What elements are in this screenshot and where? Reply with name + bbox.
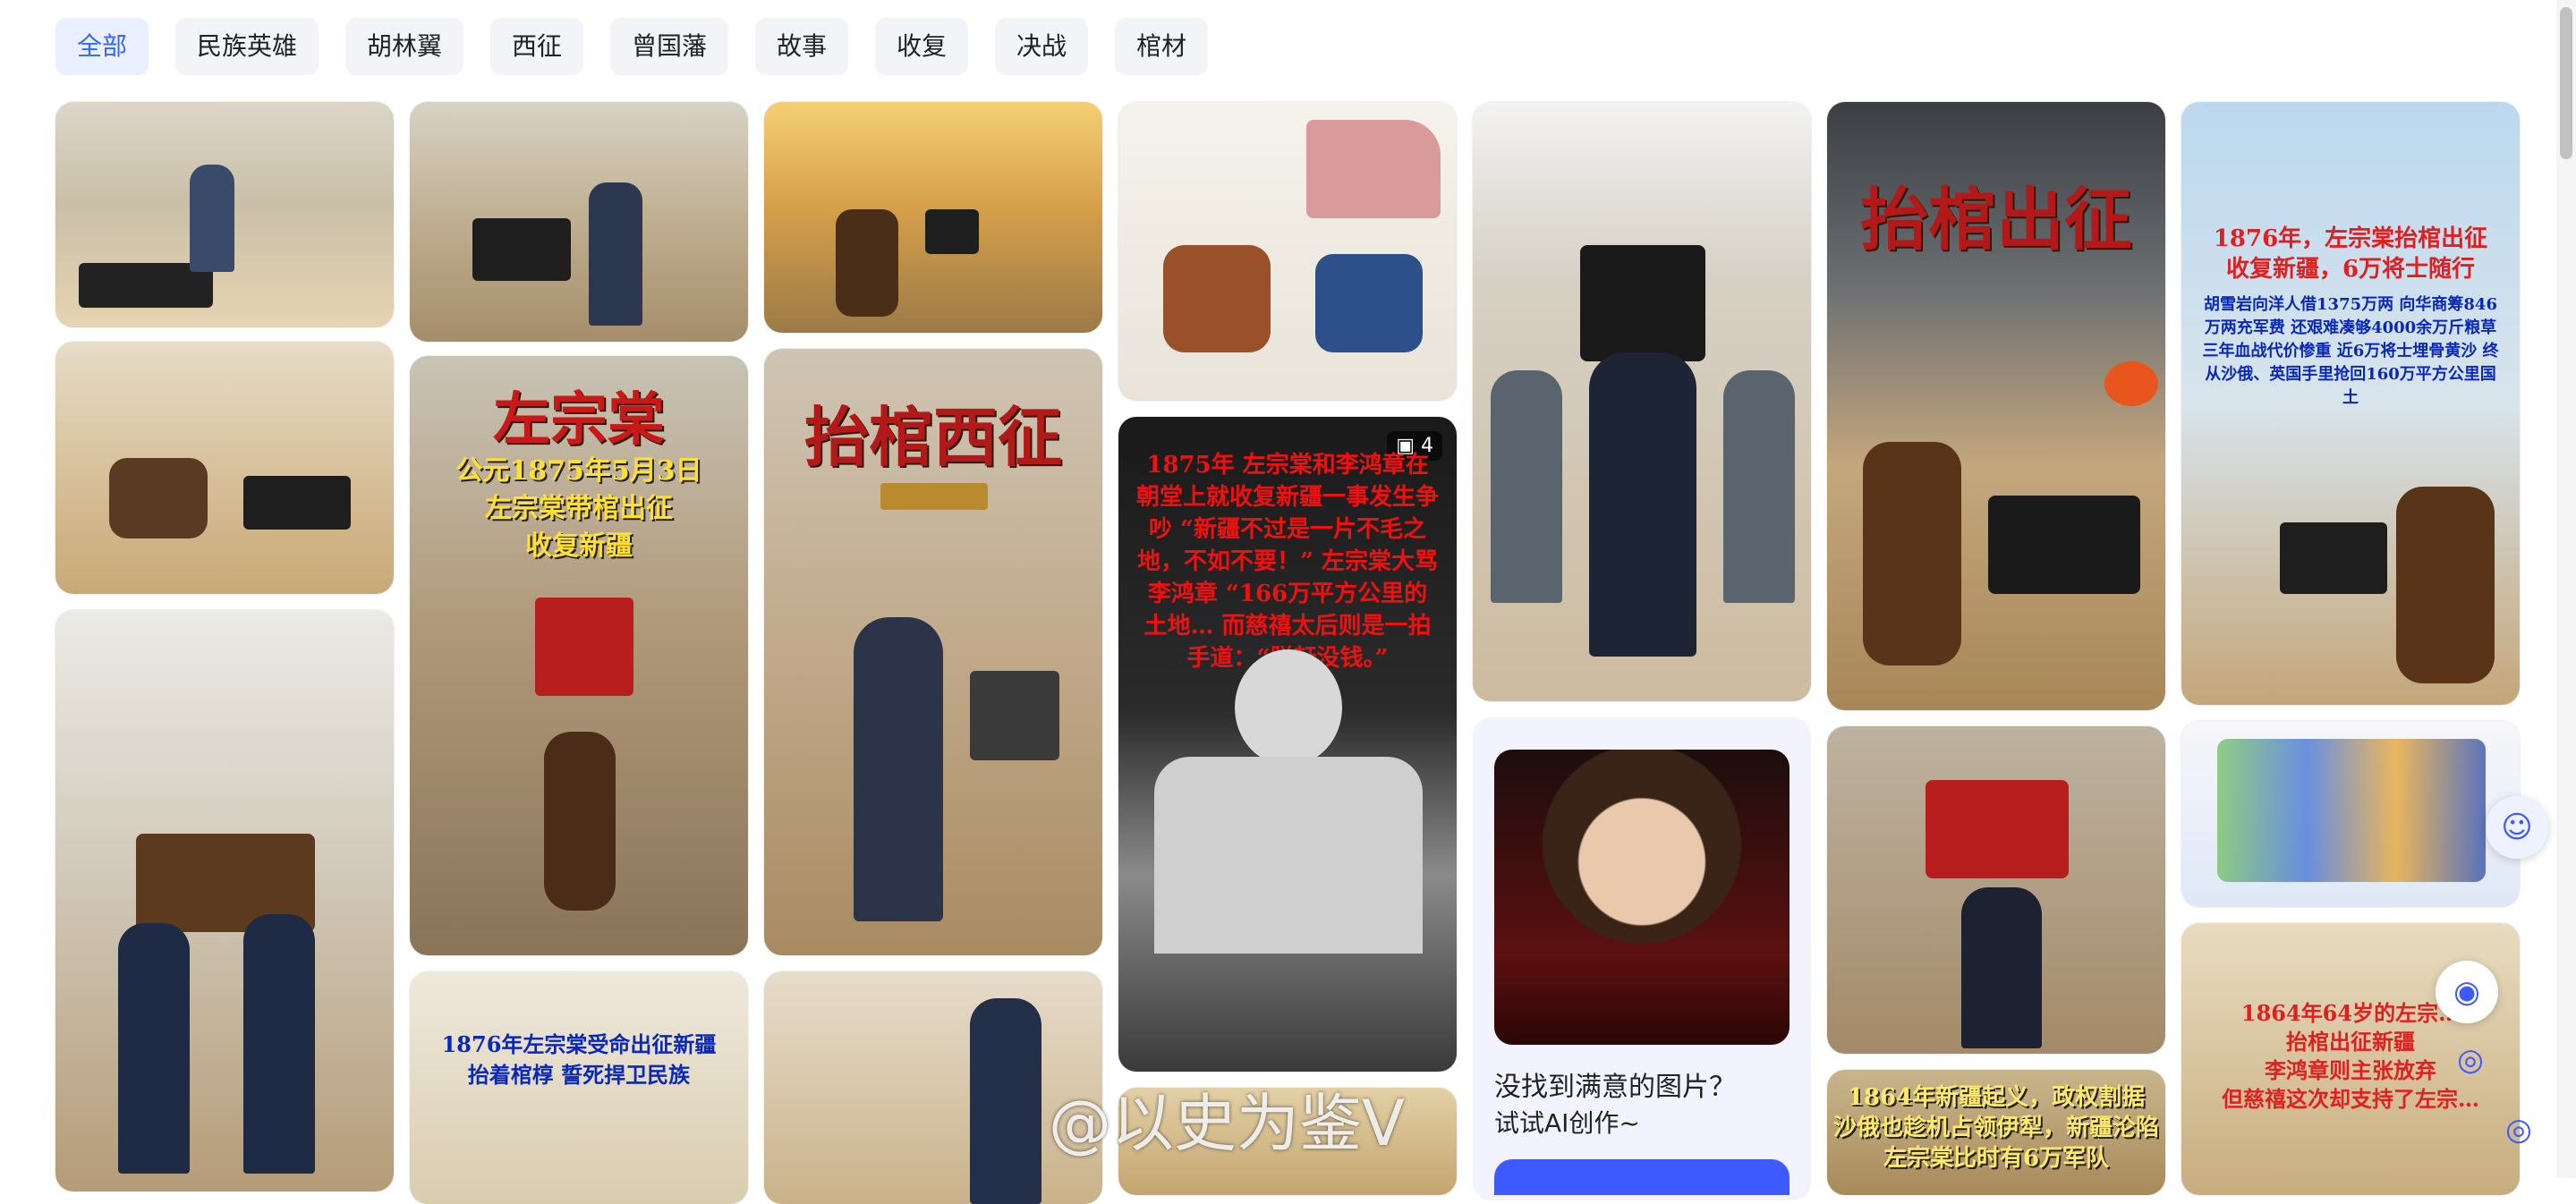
card-title: 左宗棠: [493, 386, 665, 454]
image-card[interactable]: [55, 342, 394, 594]
coffin-figure: [1926, 780, 2069, 878]
image-card[interactable]: 左宗棠 公元1875年5月3日 左宗棠带棺出征 收复新疆: [410, 356, 748, 955]
tab-decisive-battle[interactable]: 决战: [995, 18, 1088, 75]
image-card[interactable]: [55, 102, 394, 327]
tab-all[interactable]: 全部: [55, 18, 149, 75]
image-card[interactable]: 1876年，左宗棠抬棺出征 收复新疆，6万将士随行 胡雪岩向洋人借1375万两 …: [2181, 102, 2520, 705]
ai-sample-image: [1494, 750, 1790, 1045]
fire-figure: [2104, 361, 2158, 406]
image-card[interactable]: 1876年左宗棠受命出征新疆 抬着棺椁 誓死捍卫民族: [410, 971, 748, 1204]
horse-figure: [109, 458, 208, 538]
camera-search-icon: ◉: [2453, 974, 2480, 1010]
coffin-figure: [970, 671, 1059, 760]
coffin-figure: [1580, 245, 1705, 361]
card-title: 抬棺西征: [803, 399, 1062, 475]
image-card[interactable]: ▣ 4 1875年 左宗棠和李鸿章在朝堂上就收复新疆一事发生争吵 “新疆不过是一…: [1118, 417, 1457, 1072]
tab-western-expedition[interactable]: 西征: [490, 18, 583, 75]
gold-plaque: [880, 483, 988, 510]
card-title: 抬棺出征: [1860, 180, 2132, 259]
image-card[interactable]: 抬棺出征: [1827, 102, 2165, 710]
card-caption: 左宗棠比时有6万军队: [1883, 1145, 2110, 1172]
ai-create-button[interactable]: [1494, 1159, 1790, 1195]
ai-card-title: 没找到满意的图片？: [1494, 1072, 1736, 1103]
tab-coffin[interactable]: 棺材: [1115, 18, 1208, 75]
horse-figure: [1163, 245, 1271, 352]
official-figure: [1589, 352, 1696, 657]
ai-create-card[interactable]: 没找到满意的图片？ 试试AI创作~: [1473, 717, 1811, 1200]
image-card[interactable]: 1864年新疆起义，政权割据 沙俄也趁机占领伊犁，新疆沦陷 左宗棠比时有6万军队: [1827, 1070, 2165, 1195]
card-caption: 1876年左宗棠受命出征新疆: [441, 1031, 717, 1057]
horse-figure: [2396, 487, 2495, 683]
tab-hu-linyi[interactable]: 胡林翼: [345, 18, 463, 75]
card-subtitle: 公元1875年5月3日: [455, 455, 702, 487]
illustration-figure: [2217, 739, 2486, 882]
image-card[interactable]: 抬棺西征: [764, 349, 1102, 955]
card-caption: 抬着棺椁 誓死捍卫民族: [467, 1062, 691, 1088]
watermark-text: @以史为鉴V: [1049, 1087, 1405, 1160]
horse-figure: [836, 209, 898, 317]
back-to-top-icon: ◎: [2505, 1112, 2532, 1148]
coffin-figure: [2280, 522, 2387, 594]
card-subtitle: 左宗棠带棺出征: [485, 493, 673, 524]
card-title: 收复新疆，6万将士随行: [2225, 256, 2476, 283]
soldier-figure: [1723, 370, 1795, 603]
cart-figure: [1988, 496, 2140, 594]
tab-story[interactable]: 故事: [755, 18, 848, 75]
image-card[interactable]: [1118, 102, 1457, 401]
coffin-figure: [472, 218, 571, 281]
soldier-figure: [243, 914, 315, 1174]
portrait-figure: [1235, 649, 1342, 766]
tab-national-hero[interactable]: 民族英雄: [175, 18, 319, 75]
official-figure: [1961, 887, 2042, 1048]
tab-zeng-guofan[interactable]: 曾国藩: [610, 18, 728, 75]
ai-card-subtitle: 试试AI创作~: [1494, 1108, 1640, 1138]
scrollbar-thumb[interactable]: [2560, 7, 2572, 159]
official-figure: [854, 617, 943, 921]
camera-search-button[interactable]: ◉: [2436, 961, 2498, 1023]
horse-figure: [1863, 442, 1961, 666]
soldier-figure: [1491, 370, 1562, 603]
image-card[interactable]: [1473, 102, 1811, 701]
image-card[interactable]: [410, 102, 748, 342]
image-card[interactable]: [764, 102, 1102, 333]
card-caption: 胡雪岩向洋人借1375万两 向华商筹846万两充军费 还艰难凑够4000余万斤粮…: [2202, 295, 2499, 407]
image-card[interactable]: [1827, 726, 2165, 1054]
card-caption: 1864年新疆起义，政权割据: [1847, 1084, 2146, 1111]
card-caption: 沙俄也趁机占领伊犁，新疆沦陷: [1832, 1115, 2159, 1141]
image-card[interactable]: [2181, 721, 2520, 907]
card-title: 1876年，左宗棠抬棺出征: [2213, 225, 2488, 252]
avatar-icon: ☺: [2501, 810, 2533, 845]
official-figure: [589, 182, 642, 326]
soldier-figure: [118, 923, 190, 1174]
flag-figure: [1306, 120, 1441, 218]
soldier-figure: [1315, 254, 1423, 352]
coffin-figure: [535, 598, 633, 696]
card-subtitle: 收复新疆: [525, 530, 633, 562]
image-card[interactable]: [55, 610, 394, 1191]
horse-figure: [544, 732, 616, 911]
feedback-icon: ◎: [2457, 1042, 2484, 1078]
cart-figure: [925, 209, 979, 254]
scrollbar-track[interactable]: [2556, 0, 2576, 1178]
back-to-top-button[interactable]: ◎: [2487, 1098, 2550, 1161]
official-figure: [970, 998, 1041, 1204]
portrait-body: [1154, 757, 1423, 954]
ai-avatar-button[interactable]: ☺: [2486, 796, 2548, 859]
feedback-button[interactable]: ◎: [2439, 1029, 2502, 1091]
card-caption: 1875年 左宗棠和李鸿章在朝堂上就收复新疆一事发生争吵 “新疆不过是一片不毛之…: [1136, 452, 1440, 672]
official-figure: [190, 165, 234, 272]
tab-recover[interactable]: 收复: [875, 18, 968, 75]
cart-figure: [243, 476, 351, 530]
